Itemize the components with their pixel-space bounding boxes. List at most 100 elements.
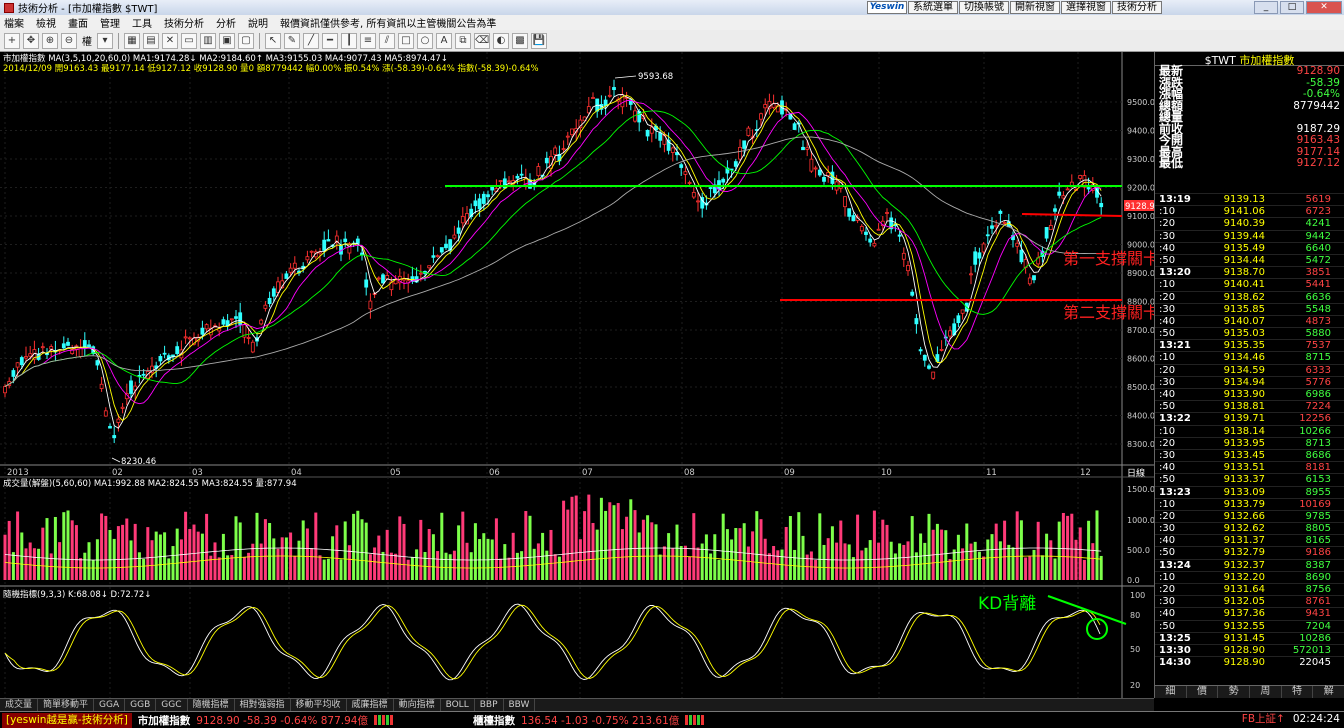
volume-bar [234, 516, 238, 580]
menu-tools[interactable]: 工具 [132, 15, 152, 30]
switch-account-button[interactable]: 切換帳號 [959, 1, 1009, 14]
pointer-icon[interactable]: ↖ [265, 32, 281, 49]
save-icon[interactable]: 💾 [531, 32, 547, 49]
volume-bar [251, 543, 255, 580]
maximize-button[interactable]: □ [1280, 1, 1304, 14]
volume-bar [158, 534, 162, 580]
tick-volume: 6986 [1305, 389, 1331, 400]
ellipse-icon[interactable]: ○ [417, 32, 433, 49]
tick-volume: 6333 [1305, 364, 1331, 376]
quote-tab[interactable]: 周 [1250, 686, 1282, 698]
quote-tab[interactable]: 解 [1313, 686, 1344, 698]
indicator-tab[interactable]: 隨機指標 [188, 699, 235, 711]
zoom-out-icon[interactable]: ⊖ [61, 32, 77, 49]
line-icon[interactable]: ╱ [303, 32, 319, 49]
menu-technical[interactable]: 技術分析 [164, 15, 204, 30]
dropdown-arrow-icon[interactable]: ▾ [97, 32, 113, 49]
volume-bar [973, 541, 977, 580]
zoom-in-icon[interactable]: ⊕ [42, 32, 58, 49]
channel-icon[interactable]: ⫽ [379, 32, 395, 49]
volume-bar [1049, 540, 1053, 580]
fib-icon[interactable]: ≡ [360, 32, 376, 49]
menu-analysis[interactable]: 分析 [216, 15, 236, 30]
volume-bar [1061, 512, 1065, 580]
volume-bar [692, 513, 696, 580]
close-chart-icon[interactable]: ✕ [162, 32, 178, 49]
menu-screen[interactable]: 畫面 [68, 15, 88, 30]
candle-body [456, 227, 461, 234]
indicator-tab[interactable]: GGA [94, 699, 126, 711]
candle-body [1048, 225, 1053, 231]
main-chart-title: 市加權指數 MA(3,5,10,20,60,0) MA1:9174.28↓ MA… [3, 53, 448, 64]
tick-volume: 8761 [1305, 596, 1331, 608]
quote-tab[interactable]: 勢 [1218, 686, 1251, 698]
close-button[interactable]: ✕ [1306, 1, 1342, 14]
indicator-tab[interactable]: GGC [156, 699, 188, 711]
chart-split-icon[interactable]: ▥ [200, 32, 216, 49]
volume-bar [402, 523, 406, 580]
hline-icon[interactable]: ━ [322, 32, 338, 49]
select-window-button[interactable]: 選擇視窗 [1061, 1, 1111, 14]
menu-manage[interactable]: 管理 [100, 15, 120, 30]
menu-file[interactable]: 檔案 [4, 15, 24, 30]
move-icon[interactable]: ✥ [23, 32, 39, 49]
indicator-tab[interactable]: 動向指標 [394, 699, 441, 711]
tick-list[interactable]: 13:19 9139.13 5619:10 9141.06 6723:20 9140.39… [1155, 193, 1344, 668]
status-mini-bars-2 [685, 715, 705, 725]
system-menu-button[interactable]: 系統選單 [908, 1, 958, 14]
candle-body [607, 94, 612, 97]
indicator-tab[interactable]: BOLL [441, 699, 475, 711]
table-icon[interactable]: ▤ [143, 32, 159, 49]
chart-icon[interactable]: ▭ [181, 32, 197, 49]
volume-bar [944, 530, 948, 580]
rect-icon[interactable]: □ [398, 32, 414, 49]
text-icon[interactable]: A [436, 32, 452, 49]
candle-body [116, 418, 121, 423]
menu-help[interactable]: 說明 [248, 15, 268, 30]
copy-icon[interactable]: ⧉ [455, 32, 471, 49]
crosshair-icon[interactable]: + [4, 32, 20, 49]
indicator-tab[interactable]: 簡單移動平 [38, 699, 95, 711]
palette-icon[interactable]: ▩ [512, 32, 528, 49]
minimize-button[interactable]: _ [1254, 1, 1278, 14]
indicator-tab[interactable]: 相對強弱指 [235, 699, 291, 711]
vline-icon[interactable]: ┃ [341, 32, 357, 49]
quote-tab[interactable]: 細 [1155, 686, 1187, 698]
volume-bar [297, 540, 301, 580]
volume-bar [864, 547, 868, 580]
pen-icon[interactable]: ✎ [284, 32, 300, 49]
grid-icon[interactable]: ▦ [124, 32, 140, 49]
volume-bar [503, 544, 507, 580]
tick-row: :10 9132.20 8690 [1155, 570, 1344, 583]
chart-area[interactable]: 9500.009400.009300.009200.009100.009000.… [0, 52, 1160, 698]
candle-body [246, 337, 251, 339]
new-window-button[interactable]: 開新視窗 [1010, 1, 1060, 14]
chart-svg[interactable]: 9500.009400.009300.009200.009100.009000.… [0, 52, 1160, 698]
tick-time: :30 [1159, 523, 1176, 535]
chart-compare-icon[interactable]: ▣ [219, 32, 235, 49]
high-label: 9593.68 [638, 72, 673, 82]
tick-volume: 7537 [1305, 340, 1331, 352]
indicator-tab[interactable]: BBW [504, 699, 536, 711]
eraser-icon[interactable]: ⌫ [474, 32, 490, 49]
quote-tab[interactable]: 特 [1282, 686, 1314, 698]
status-market[interactable]: FB上証↑ [1242, 712, 1285, 727]
indicator-tab[interactable]: GGB [125, 699, 157, 711]
candle-body [271, 288, 276, 297]
technical-analysis-button[interactable]: 技術分析 [1112, 1, 1162, 14]
volume-bar [599, 497, 603, 580]
volume-bar [1007, 544, 1011, 580]
indicator-tab[interactable]: 威廉指標 [347, 699, 394, 711]
color-icon[interactable]: ◐ [493, 32, 509, 49]
tick-price: 9132.66 [1223, 510, 1265, 522]
period-selector[interactable]: 權 [80, 33, 94, 48]
menu-view[interactable]: 檢視 [36, 15, 56, 30]
volume-bar [625, 516, 629, 580]
layout-icon[interactable]: ▢ [238, 32, 254, 49]
indicator-tab[interactable]: 成交量 [0, 699, 39, 711]
volume-bar [83, 552, 87, 580]
quote-tab[interactable]: 價 [1187, 686, 1219, 698]
last-price-tag: 9128.90 [1125, 202, 1154, 212]
indicator-tab[interactable]: 移動平均收 [291, 699, 347, 711]
indicator-tab[interactable]: BBP [475, 699, 504, 711]
